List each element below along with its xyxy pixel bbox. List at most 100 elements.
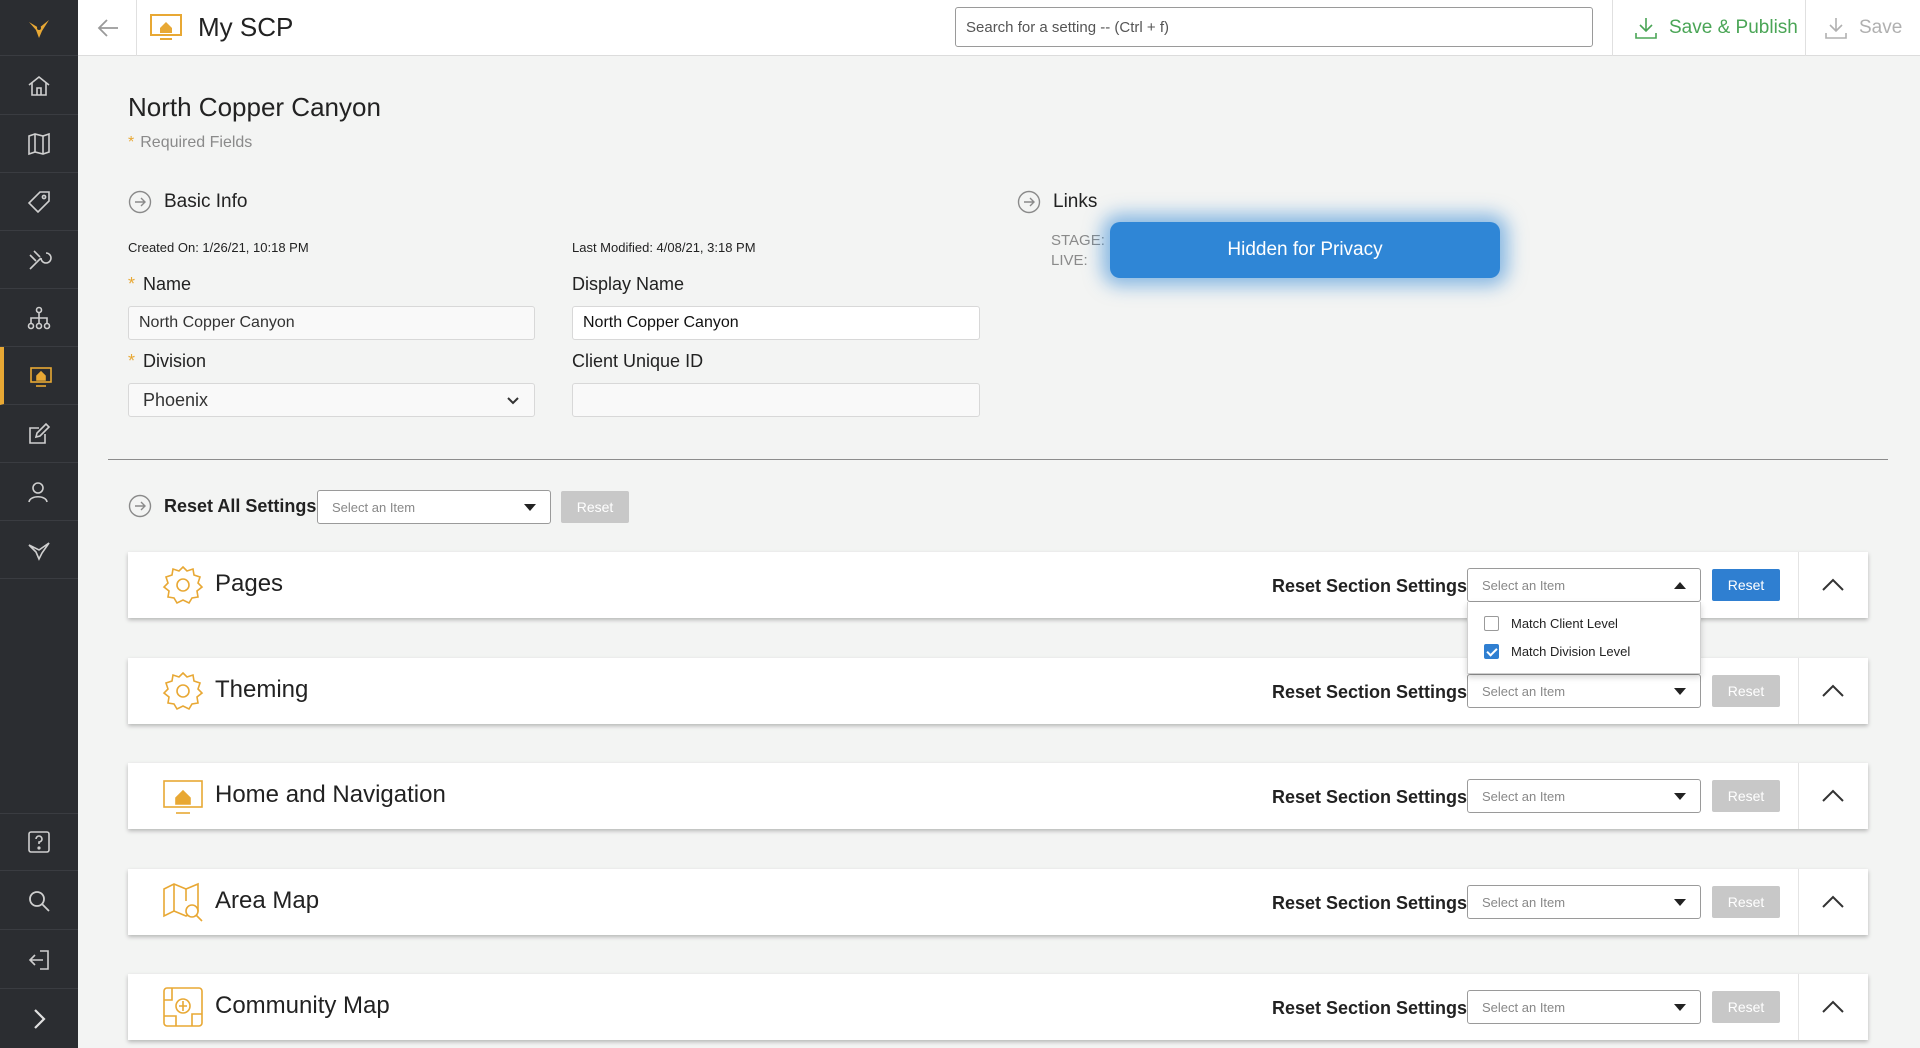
- card-divider: [1798, 658, 1799, 724]
- section-reset-placeholder: Select an Item: [1482, 683, 1566, 699]
- chevron-up-icon[interactable]: [1818, 570, 1848, 600]
- gear-icon: [162, 671, 204, 711]
- sidebar-item-edit[interactable]: [0, 405, 78, 463]
- client-id-label: Client Unique ID: [572, 351, 704, 371]
- map-search-icon: [163, 882, 203, 922]
- caret-down-icon: [1674, 898, 1686, 906]
- section-reset-select[interactable]: Select an Item: [1467, 779, 1701, 813]
- client-id-field[interactable]: [572, 383, 980, 417]
- save-publish-label: Save & Publish: [1669, 17, 1798, 38]
- section-reset-button[interactable]: Reset: [1712, 675, 1780, 707]
- section-card-community-map: Community Map Reset Section Settings: Se…: [128, 974, 1868, 1040]
- chevron-up-icon[interactable]: [1818, 676, 1848, 706]
- section-reset-placeholder: Select an Item: [1482, 577, 1566, 593]
- section-reset-button[interactable]: Reset: [1712, 780, 1780, 812]
- created-on: Created On: 1/26/21, 10:18 PM: [128, 240, 309, 255]
- section-card-area-map: Area Map Reset Section Settings: Select …: [128, 869, 1868, 935]
- display-name-label: Display Name: [572, 274, 685, 294]
- section-reset-label: Reset Section Settings:: [1272, 998, 1474, 1018]
- section-reset-select[interactable]: Select an Item: [1467, 885, 1701, 919]
- sidebar-item-search[interactable]: [0, 872, 78, 930]
- circle-arrow-icon: [128, 494, 152, 518]
- section-reset-placeholder: Select an Item: [1482, 999, 1566, 1015]
- option-label: Match Division Level: [1511, 644, 1631, 659]
- chevron-down-icon: [507, 397, 519, 405]
- chevron-up-icon[interactable]: [1818, 887, 1848, 917]
- save-publish-button[interactable]: Save & Publish: [1633, 0, 1798, 56]
- section-reset-label: Reset Section Settings:: [1272, 893, 1474, 913]
- sidebar-item-home[interactable]: [0, 57, 78, 115]
- name-field[interactable]: [128, 306, 535, 340]
- privacy-overlay: Hidden for Privacy: [1110, 222, 1500, 278]
- option-match-division-level[interactable]: Match Division Level: [1484, 644, 1630, 659]
- section-title: Community Map: [215, 992, 390, 1019]
- top-bar: My SCP Save & Publish Save: [78, 0, 1920, 56]
- sidebar-item-logout[interactable]: [0, 931, 78, 989]
- sidebar-expand[interactable]: [0, 990, 78, 1048]
- circle-arrow-icon: [128, 190, 152, 214]
- checkbox[interactable]: [1484, 616, 1499, 631]
- reset-all-button[interactable]: Reset: [561, 491, 629, 523]
- option-label: Match Client Level: [1511, 616, 1618, 631]
- card-divider: [1798, 763, 1799, 829]
- section-card-home-navigation: Home and Navigation Reset Section Settin…: [128, 763, 1868, 829]
- division-label: * Division: [128, 351, 206, 372]
- option-match-client-level[interactable]: Match Client Level: [1484, 616, 1618, 631]
- home-icon: [28, 75, 50, 96]
- division-select[interactable]: Phoenix: [128, 383, 535, 417]
- section-reset-select[interactable]: Select an Item: [1467, 990, 1701, 1024]
- section-reset-select[interactable]: Select an Item: [1467, 674, 1701, 708]
- search-input[interactable]: [955, 7, 1593, 47]
- map-icon: [28, 132, 50, 155]
- top-divider: [136, 0, 137, 56]
- gear-icon: [162, 565, 204, 605]
- chevron-up-icon[interactable]: [1818, 781, 1848, 811]
- caret-down-icon: [524, 503, 536, 511]
- required-note-text: Required Fields: [140, 134, 253, 151]
- basic-info-heading[interactable]: Basic Info: [128, 190, 247, 214]
- section-reset-placeholder: Select an Item: [1482, 788, 1566, 804]
- checkbox-checked[interactable]: [1484, 644, 1499, 659]
- home-screen-icon: [163, 780, 203, 814]
- bird-icon: [28, 541, 50, 561]
- caret-down-icon: [1674, 687, 1686, 695]
- sidebar-logo[interactable]: [0, 0, 78, 56]
- display-name-field[interactable]: [572, 306, 980, 340]
- logo-icon: [29, 19, 49, 38]
- sidebar-item-tools[interactable]: [0, 231, 78, 289]
- reset-all-placeholder: Select an Item: [332, 499, 416, 515]
- section-reset-label: Reset Section Settings:: [1272, 576, 1474, 596]
- top-divider: [1612, 0, 1613, 56]
- chevron-up-icon[interactable]: [1818, 992, 1848, 1022]
- sidebar-item-my-scp[interactable]: [0, 347, 78, 405]
- sidebar-item-help[interactable]: [0, 813, 78, 871]
- sidebar: [0, 0, 78, 1048]
- name-label: * Name: [128, 274, 191, 295]
- section-reset-button[interactable]: Reset: [1712, 991, 1780, 1023]
- reset-all-select[interactable]: Select an Item: [317, 490, 551, 524]
- sidebar-item-tags[interactable]: [0, 173, 78, 231]
- sidebar-item-hierarchy[interactable]: [0, 289, 78, 347]
- org-chart-icon: [27, 306, 51, 329]
- sidebar-item-users[interactable]: [0, 463, 78, 521]
- save-label: Save: [1859, 17, 1903, 38]
- section-reset-button[interactable]: Reset: [1712, 886, 1780, 918]
- circle-arrow-icon: [1017, 190, 1041, 214]
- section-reset-select[interactable]: Select an Item: [1467, 568, 1701, 602]
- required-star: *: [128, 351, 136, 371]
- tools-icon: [29, 249, 52, 270]
- section-reset-button[interactable]: Reset: [1712, 569, 1780, 601]
- links-heading[interactable]: Links: [1017, 190, 1097, 214]
- required-note: * Required Fields: [128, 134, 252, 152]
- name-label-text: Name: [143, 274, 192, 294]
- sidebar-item-map[interactable]: [0, 115, 78, 173]
- search-icon: [29, 890, 50, 912]
- section-title: Theming: [215, 676, 309, 703]
- required-star: *: [128, 134, 135, 151]
- back-button[interactable]: [90, 10, 126, 46]
- section-reset-dropdown-menu: Match Client Level Match Division Level: [1467, 602, 1701, 674]
- expand-icon: [34, 1009, 46, 1029]
- live-label: LIVE:: [1051, 252, 1088, 269]
- save-button[interactable]: Save: [1823, 0, 1902, 56]
- sidebar-item-brand[interactable]: [0, 521, 78, 579]
